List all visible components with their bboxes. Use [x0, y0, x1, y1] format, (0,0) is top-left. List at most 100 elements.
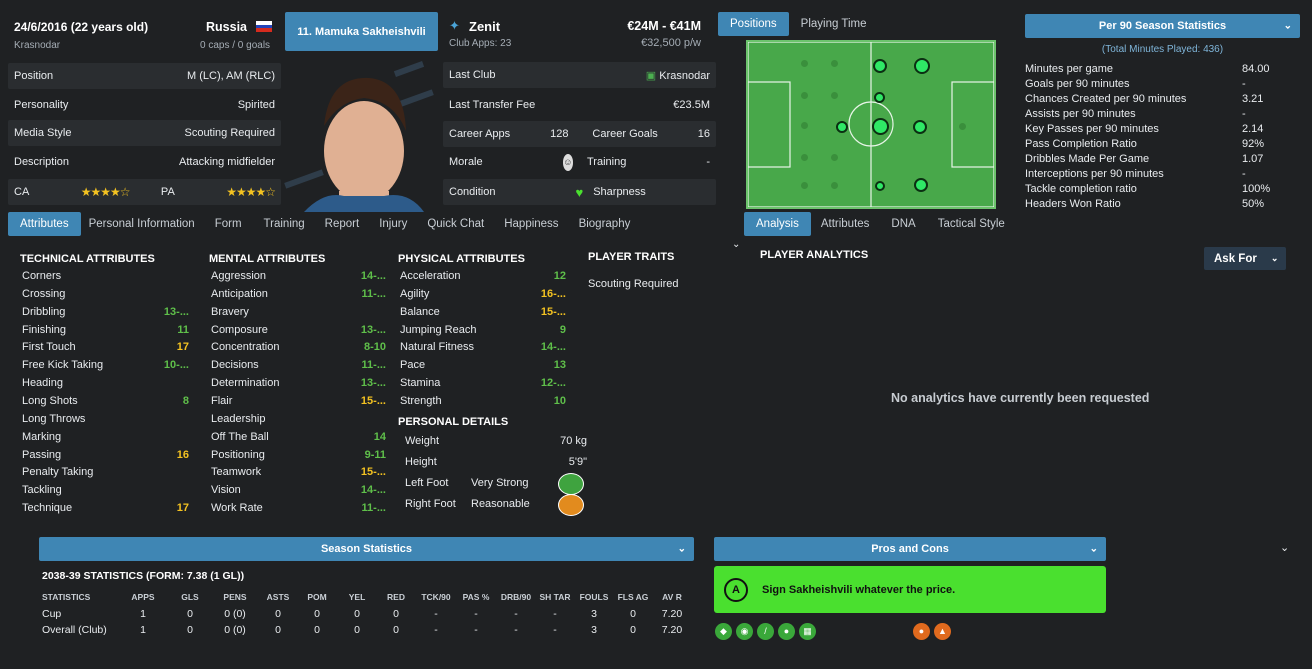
attribute-name: Natural Fitness: [400, 341, 474, 354]
training-value: -: [706, 156, 710, 168]
info-label: Media Style: [14, 127, 72, 139]
tab-form[interactable]: Form: [203, 212, 254, 236]
attribute-value: 15-...: [360, 466, 386, 479]
player-photo: [284, 56, 440, 212]
attribute-name: Positioning: [211, 448, 265, 461]
player-value: €24M - €41M: [627, 19, 701, 33]
season-cell: -: [434, 624, 438, 636]
attribute-name: Finishing: [22, 323, 67, 336]
tab-happiness[interactable]: Happiness: [494, 212, 568, 236]
season-cell: 0: [393, 608, 399, 620]
collapse-chevron-icon[interactable]: ⌄: [1280, 541, 1289, 554]
tab-positions[interactable]: Positions: [718, 12, 789, 36]
tab-quick-chat[interactable]: Quick Chat: [417, 212, 494, 236]
attribute-value: 10: [553, 394, 566, 407]
attribute-value: 9: [559, 323, 566, 336]
season-header: PAS %: [462, 592, 490, 602]
season-cell: -: [553, 624, 557, 636]
height-row: Height 5'9": [405, 455, 587, 469]
season-cell: 0: [630, 608, 636, 620]
attribute-value: 11-...: [361, 359, 386, 372]
tab-analysis[interactable]: Analysis: [744, 212, 811, 236]
goals-label: Career Goals: [592, 128, 658, 140]
right-foot-value: Reasonable: [471, 498, 530, 510]
ball-icon: ●: [778, 623, 795, 640]
player-nation[interactable]: Russia: [206, 20, 247, 34]
attribute-value: 14-...: [540, 341, 566, 354]
attribute-name: Aggression: [211, 270, 267, 282]
attribute-name: Free Kick Taking: [22, 359, 104, 372]
per90-stat-value: 1.07: [1242, 153, 1264, 165]
tab-dna[interactable]: DNA: [879, 212, 927, 236]
tab-personal-information[interactable]: Personal Information: [81, 212, 203, 236]
pros-cons-title: Pros and Cons: [871, 543, 949, 555]
attribute-value: 15-...: [360, 394, 386, 407]
season-cell: 0: [187, 624, 193, 636]
attribute-name: Decisions: [211, 359, 259, 372]
info-label: Description: [14, 156, 70, 168]
attribute-name: Vision: [211, 484, 241, 497]
tab-report[interactable]: Report: [315, 212, 370, 236]
season-subtitle: 2038-39 STATISTICS (FORM: 7.38 (1 GL)): [42, 570, 245, 582]
attribute-name: Composure: [211, 323, 268, 336]
attribute-name: Long Shots: [22, 394, 78, 407]
tab-injury[interactable]: Injury: [369, 212, 417, 236]
attribute-value: 11-...: [361, 502, 386, 515]
apps-value: 128: [550, 128, 569, 140]
chevron-down-icon: ⌄: [1089, 543, 1098, 555]
per90-stat-name: Pass Completion Ratio: [1025, 138, 1137, 150]
attribute-value: 13: [553, 359, 566, 372]
training-label: Training: [586, 156, 627, 168]
mental-header: MENTAL ATTRIBUTES: [209, 253, 326, 265]
left-boot-icon: [558, 473, 584, 495]
tab-training[interactable]: Training: [254, 212, 315, 236]
ask-for-label: Ask For: [1214, 252, 1257, 265]
per90-stat-name: Key Passes per 90 minutes: [1025, 123, 1159, 135]
attribute-name: Long Throws: [22, 412, 86, 425]
collapse-chevron-icon[interactable]: ⌄: [732, 239, 740, 250]
condition-label: Condition: [449, 186, 496, 198]
per90-stat-name: Headers Won Ratio: [1025, 198, 1121, 210]
per90-stat-value: 100%: [1242, 183, 1271, 195]
tab-attributes-analysis[interactable]: Attributes: [811, 212, 880, 236]
pro-text: Sign Sakheishvili whatever the price.: [762, 583, 956, 596]
per90-dropdown[interactable]: Per 90 Season Statistics ⌄: [1025, 14, 1300, 38]
player-dob: 24/6/2016 (22 years old): [14, 20, 149, 34]
attribute-value: 12-...: [540, 377, 566, 390]
club-name[interactable]: Zenit: [469, 19, 500, 34]
position-pitch: [746, 40, 996, 209]
condition-row: Condition ♥ Sharpness: [443, 179, 716, 205]
attribute-value: 15-...: [540, 305, 566, 318]
ca-stars: ★★★★☆: [80, 185, 131, 199]
tab-playing-time[interactable]: Playing Time: [789, 12, 879, 36]
tab-tactical-style[interactable]: Tactical Style: [928, 212, 1015, 236]
season-cell: 0: [393, 624, 399, 636]
season-stats-dropdown[interactable]: Season Statistics ⌄: [39, 537, 694, 561]
tab-attributes[interactable]: Attributes: [8, 212, 81, 236]
tab-biography[interactable]: Biography: [569, 212, 641, 236]
attribute-name: Tackling: [22, 484, 62, 497]
per90-stat-value: 3.21: [1242, 93, 1264, 105]
season-cell: 0: [275, 608, 281, 620]
personal-header: PERSONAL DETAILS: [398, 416, 509, 428]
attribute-name: Dribbling: [22, 305, 66, 318]
attribute-name: Stamina: [400, 377, 441, 390]
attribute-value: 14: [373, 430, 386, 443]
player-club-city: Krasnodar: [14, 40, 61, 51]
last-club-row: Last Club ▣ Krasnodar: [443, 62, 716, 88]
chevron-down-icon: ⌄: [1283, 20, 1292, 32]
ask-for-button[interactable]: Ask For ⌄: [1204, 247, 1286, 270]
season-header: YEL: [348, 592, 366, 602]
attribute-name: Leadership: [211, 412, 266, 425]
condition-heart-icon: ♥: [575, 184, 584, 200]
player-name-badge[interactable]: 11. Mamuka Sakheishvili: [285, 12, 438, 51]
season-cell: 7.20: [661, 624, 683, 636]
attribute-value: 16-...: [540, 287, 566, 300]
per90-stat-value: 84.00: [1242, 63, 1270, 75]
ca-pa-row: CA ★★★★☆ PA ★★★★☆: [8, 179, 281, 205]
chevron-down-icon: ⌄: [1270, 253, 1279, 263]
pros-cons-dropdown[interactable]: Pros and Cons ⌄: [714, 537, 1106, 561]
club-apps: Club Apps: 23: [449, 38, 512, 49]
player-wage: €32,500 p/w: [641, 37, 701, 49]
season-header: ASTS: [266, 592, 290, 602]
